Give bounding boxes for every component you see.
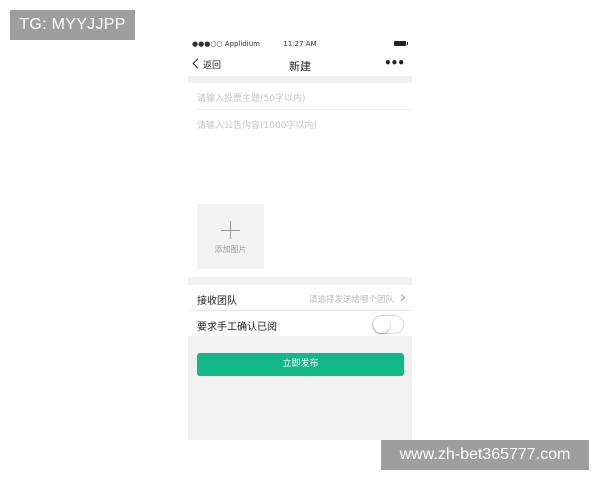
team-placeholder: 请选择发送给哪个团队 bbox=[308, 295, 394, 305]
form-divider bbox=[197, 109, 412, 110]
status-bar: ●●●○○ Applidium 11:27 AM bbox=[188, 36, 412, 52]
title-input[interactable]: 请输入投票主题(50字以内) bbox=[197, 91, 305, 104]
watermark-top: TG: MYYJJPP bbox=[10, 10, 135, 40]
content-textarea[interactable]: 请输入公告内容(1000字以内) bbox=[197, 118, 317, 131]
watermark-bottom: www.zh-bet365777.com bbox=[381, 440, 589, 470]
chevron-right-icon bbox=[397, 293, 406, 302]
page-title: 新建 bbox=[289, 60, 311, 73]
confirm-label: 要求手工确认已阅 bbox=[197, 322, 277, 333]
confirm-read-row: 要求手工确认已阅 bbox=[188, 311, 412, 336]
add-image-button[interactable]: 添加图片 bbox=[197, 204, 264, 269]
team-label: 接收团队 bbox=[197, 296, 237, 307]
more-icon[interactable]: ••• bbox=[384, 56, 405, 70]
confirm-toggle[interactable] bbox=[372, 315, 404, 334]
plus-icon-bar bbox=[221, 230, 240, 231]
status-time: 11:27 AM bbox=[283, 40, 317, 48]
battery-icon bbox=[394, 41, 408, 46]
team-select-row[interactable]: 接收团队 请选择发送给哪个团队 bbox=[188, 285, 412, 310]
add-image-label: 添加图片 bbox=[214, 245, 247, 254]
phone-screen: ●●●○○ Applidium 11:27 AM 返回 新建 ••• 请输入投票… bbox=[188, 36, 412, 440]
compose-form: 请输入投票主题(50字以内) 请输入公告内容(1000字以内) 添加图片 bbox=[188, 83, 412, 277]
toggle-knob bbox=[373, 316, 390, 333]
publish-button[interactable]: 立即发布 bbox=[197, 353, 404, 376]
nav-bar: 返回 新建 ••• bbox=[188, 52, 412, 76]
